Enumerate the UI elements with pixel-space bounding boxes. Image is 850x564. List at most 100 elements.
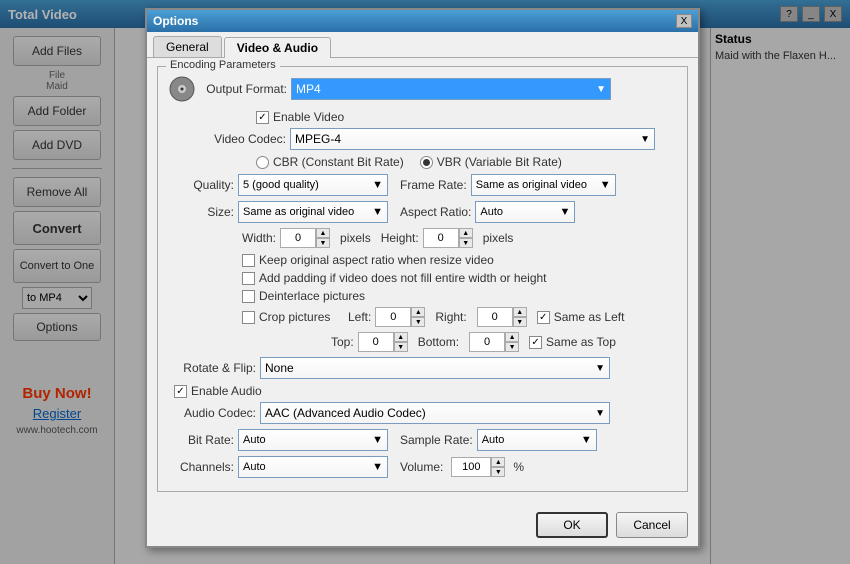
bit-rate-dropdown[interactable]: Auto ▼ (238, 429, 388, 451)
output-format-row: Output Format: MP4 ▼ (166, 73, 679, 105)
bitrate-mode-row: CBR (Constant Bit Rate) VBR (Variable Bi… (256, 155, 679, 169)
percent-label: % (513, 460, 524, 474)
channels-label: Channels: (166, 460, 234, 474)
enable-video-checkbox[interactable] (256, 111, 269, 124)
left-input[interactable] (375, 307, 411, 327)
height-up-btn[interactable]: ▲ (459, 228, 473, 238)
crop-row: Crop pictures Left: ▲ ▼ Right: ▲ (242, 307, 679, 327)
sample-rate-dropdown[interactable]: Auto ▼ (477, 429, 597, 451)
width-up-btn[interactable]: ▲ (316, 228, 330, 238)
left-down-btn[interactable]: ▼ (411, 317, 425, 327)
quality-arrow: ▼ (372, 179, 383, 191)
height-down-btn[interactable]: ▼ (459, 238, 473, 248)
audio-codec-arrow: ▼ (595, 408, 605, 419)
enable-audio-label: Enable Audio (191, 384, 262, 398)
dialog-title: Options (153, 14, 198, 28)
bottom-spinner-btns: ▲ ▼ (505, 332, 519, 352)
output-format-label: Output Format: (202, 82, 287, 96)
channels-value: Auto (243, 461, 266, 473)
tab-general[interactable]: General (153, 36, 222, 57)
bottom-spinner: ▲ ▼ (469, 332, 519, 352)
quality-framerate-row: Quality: 5 (good quality) ▼ Frame Rate: … (166, 174, 679, 196)
enable-audio-checkbox[interactable] (174, 385, 187, 398)
deinterlace-checkbox[interactable] (242, 290, 255, 303)
right-spinner: ▲ ▼ (477, 307, 527, 327)
top-bottom-row: Top: ▲ ▼ Bottom: ▲ ▼ (331, 332, 679, 352)
sample-rate-label: Sample Rate: (400, 433, 473, 447)
cbr-radio[interactable] (256, 156, 269, 169)
add-padding-row: Add padding if video does not fill entir… (242, 271, 679, 285)
quality-dropdown[interactable]: 5 (good quality) ▼ (238, 174, 388, 196)
cancel-button[interactable]: Cancel (616, 512, 688, 538)
video-codec-row: Video Codec: MPEG-4 ▼ (166, 128, 679, 150)
channels-arrow: ▼ (372, 461, 383, 473)
framerate-dropdown[interactable]: Same as original video ▼ (471, 174, 616, 196)
ok-button[interactable]: OK (536, 512, 608, 538)
rotate-flip-arrow: ▼ (595, 363, 605, 374)
width-label: Width: (242, 231, 276, 245)
aspect-ratio-dropdown[interactable]: Auto ▼ (475, 201, 575, 223)
keep-ratio-checkbox[interactable] (242, 254, 255, 267)
same-as-top-checkbox[interactable] (529, 336, 542, 349)
volume-up-btn[interactable]: ▲ (491, 457, 505, 467)
bit-rate-arrow: ▼ (372, 434, 383, 446)
channels-dropdown[interactable]: Auto ▼ (238, 456, 388, 478)
same-as-top-label: Same as Top (546, 335, 616, 349)
bottom-down-btn[interactable]: ▼ (505, 342, 519, 352)
crop-checkbox[interactable] (242, 311, 255, 324)
output-format-dropdown[interactable]: MP4 ▼ (291, 78, 611, 100)
left-spinner: ▲ ▼ (375, 307, 425, 327)
top-up-btn[interactable]: ▲ (394, 332, 408, 342)
volume-spinner: ▲ ▼ (451, 457, 505, 477)
video-codec-label: Video Codec: (166, 132, 286, 146)
left-label: Left: (348, 310, 371, 324)
width-input[interactable] (280, 228, 316, 248)
rotate-flip-dropdown[interactable]: None ▼ (260, 357, 610, 379)
rotate-flip-label: Rotate & Flip: (166, 361, 256, 375)
add-padding-checkbox[interactable] (242, 272, 255, 285)
tab-video-audio[interactable]: Video & Audio (224, 37, 331, 58)
dialog-content: Encoding Parameters Output Format: MP4 ▼ (147, 58, 698, 506)
height-label: Height: (381, 231, 419, 245)
keep-ratio-label: Keep original aspect ratio when resize v… (259, 253, 494, 267)
right-input[interactable] (477, 307, 513, 327)
framerate-label: Frame Rate: (400, 178, 467, 192)
video-codec-dropdown[interactable]: MPEG-4 ▼ (290, 128, 655, 150)
keep-ratio-row: Keep original aspect ratio when resize v… (242, 253, 679, 267)
audio-codec-dropdown[interactable]: AAC (Advanced Audio Codec) ▼ (260, 402, 610, 424)
bit-rate-label: Bit Rate: (166, 433, 234, 447)
top-input[interactable] (358, 332, 394, 352)
framerate-arrow: ▼ (600, 179, 611, 191)
vbr-radio[interactable] (420, 156, 433, 169)
top-label: Top: (331, 335, 354, 349)
bottom-label: Bottom: (418, 335, 459, 349)
height-input[interactable] (423, 228, 459, 248)
deinterlace-label: Deinterlace pictures (259, 289, 365, 303)
bottom-up-btn[interactable]: ▲ (505, 332, 519, 342)
right-label: Right: (435, 310, 466, 324)
width-spinner-btns: ▲ ▼ (316, 228, 330, 248)
size-aspect-row: Size: Same as original video ▼ Aspect Ra… (166, 201, 679, 223)
volume-down-btn[interactable]: ▼ (491, 467, 505, 477)
top-spinner: ▲ ▼ (358, 332, 408, 352)
size-dropdown[interactable]: Same as original video ▼ (238, 201, 388, 223)
right-up-btn[interactable]: ▲ (513, 307, 527, 317)
top-down-btn[interactable]: ▼ (394, 342, 408, 352)
output-format-arrow: ▼ (596, 84, 606, 95)
same-as-left-checkbox[interactable] (537, 311, 550, 324)
same-as-left-row: Same as Left (537, 310, 625, 324)
volume-spinner-btns: ▲ ▼ (491, 457, 505, 477)
width-down-btn[interactable]: ▼ (316, 238, 330, 248)
rotate-flip-value: None (265, 361, 294, 375)
bitrate-samplerate-row: Bit Rate: Auto ▼ Sample Rate: Auto ▼ (166, 429, 679, 451)
dialog-close-button[interactable]: X (676, 14, 692, 28)
output-format-value: MP4 (296, 82, 321, 96)
right-down-btn[interactable]: ▼ (513, 317, 527, 327)
height-spinner-btns: ▲ ▼ (459, 228, 473, 248)
volume-input[interactable] (451, 457, 491, 477)
left-up-btn[interactable]: ▲ (411, 307, 425, 317)
add-padding-label: Add padding if video does not fill entir… (259, 271, 547, 285)
bottom-input[interactable] (469, 332, 505, 352)
output-format-icon (166, 73, 198, 105)
aspect-ratio-label: Aspect Ratio: (400, 205, 471, 219)
